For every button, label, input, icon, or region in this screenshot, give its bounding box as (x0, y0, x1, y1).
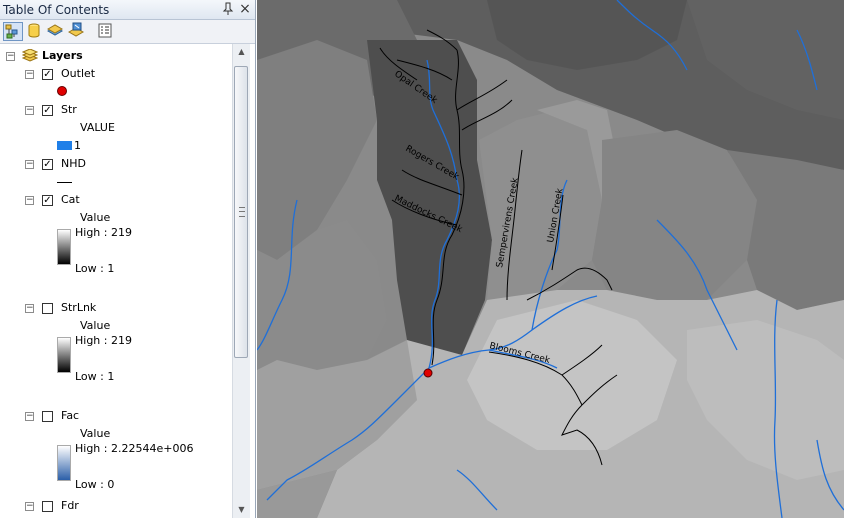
legend-field-label: VALUE (80, 121, 115, 134)
layer-visibility-checkbox[interactable] (42, 411, 53, 422)
scrollbar-thumb[interactable] (234, 66, 248, 358)
color-ramp (57, 337, 71, 373)
map-view[interactable]: Opal Creek Rogers Creek Maddocks Creek S… (257, 0, 844, 518)
legend-field-label: Value (80, 211, 111, 224)
legend-high-label: High : 2.22544e+006 (75, 442, 194, 455)
stream-symbol-swatch (57, 141, 72, 150)
list-by-source-icon[interactable] (25, 22, 45, 41)
toc-title-bar: Table Of Contents × (0, 0, 255, 20)
color-ramp (57, 229, 71, 265)
legend-high-label: High : 219 (75, 226, 132, 239)
layer-tree: − Layers − ✓ Outlet − ✓ Str VALUE 1 − ✓ … (0, 44, 232, 518)
collapse-icon[interactable]: − (25, 412, 34, 421)
toc-toolbar (0, 20, 255, 44)
layer-name: Fdr (61, 499, 79, 512)
layers-root[interactable]: − Layers (0, 48, 230, 64)
layer-item-outlet[interactable]: − ✓ Outlet (0, 66, 230, 82)
catchment-polygons (257, 0, 844, 518)
list-by-visibility-icon[interactable] (46, 22, 66, 41)
layer-name: Fac (61, 409, 80, 422)
collapse-icon[interactable]: − (25, 106, 34, 115)
layer-name: NHD (61, 157, 86, 170)
collapse-icon[interactable]: − (25, 502, 34, 511)
layer-name: StrLnk (61, 301, 97, 314)
collapse-icon[interactable]: − (25, 160, 34, 169)
legend-low-label: Low : 0 (75, 478, 115, 491)
legend-low-label: Low : 1 (75, 262, 115, 275)
layer-name: Cat (61, 193, 80, 206)
layer-visibility-checkbox[interactable]: ✓ (42, 159, 53, 170)
layer-item-fdr[interactable]: − Fdr (0, 498, 230, 514)
collapse-icon[interactable]: − (25, 70, 34, 79)
layer-item-cat[interactable]: − ✓ Cat (0, 192, 230, 208)
layer-visibility-checkbox[interactable] (42, 501, 53, 512)
layers-root-label: Layers (42, 49, 83, 62)
legend-class-label: 1 (74, 139, 81, 152)
map-canvas[interactable]: Opal Creek Rogers Creek Maddocks Creek S… (257, 0, 844, 518)
outlet-point-symbol (57, 86, 67, 96)
layer-item-strlnk[interactable]: − StrLnk (0, 300, 230, 316)
layer-item-nhd[interactable]: − ✓ NHD (0, 156, 230, 172)
layer-item-fac[interactable]: − Fac (0, 408, 230, 424)
layer-name: Outlet (61, 67, 96, 80)
legend-field-label: Value (80, 319, 111, 332)
layer-visibility-checkbox[interactable]: ✓ (42, 105, 53, 116)
color-ramp (57, 445, 71, 481)
layer-visibility-checkbox[interactable]: ✓ (42, 195, 53, 206)
pin-icon[interactable] (222, 2, 234, 16)
legend-high-label: High : 219 (75, 334, 132, 347)
scroll-up-icon[interactable]: ▲ (233, 44, 250, 60)
outlet-point[interactable] (423, 368, 433, 378)
toc-scrollbar[interactable]: ▲ ▼ (232, 44, 250, 518)
table-of-contents-panel: Table Of Contents × − Layers − ✓ Outlet … (0, 0, 256, 518)
layer-visibility-checkbox[interactable]: ✓ (42, 69, 53, 80)
options-icon[interactable] (96, 22, 116, 41)
line-symbol (57, 182, 72, 183)
collapse-icon[interactable]: − (6, 52, 15, 61)
layer-visibility-checkbox[interactable] (42, 303, 53, 314)
list-by-selection-icon[interactable] (67, 22, 87, 41)
list-by-drawing-order-icon[interactable] (3, 22, 23, 41)
collapse-icon[interactable]: − (25, 196, 34, 205)
collapse-icon[interactable]: − (25, 304, 34, 313)
legend-low-label: Low : 1 (75, 370, 115, 383)
scroll-down-icon[interactable]: ▼ (233, 502, 250, 518)
layer-item-str[interactable]: − ✓ Str (0, 102, 230, 118)
legend-field-label: Value (80, 427, 111, 440)
toc-title: Table Of Contents (3, 3, 110, 17)
layer-name: Str (61, 103, 77, 116)
close-icon[interactable]: × (238, 1, 252, 17)
